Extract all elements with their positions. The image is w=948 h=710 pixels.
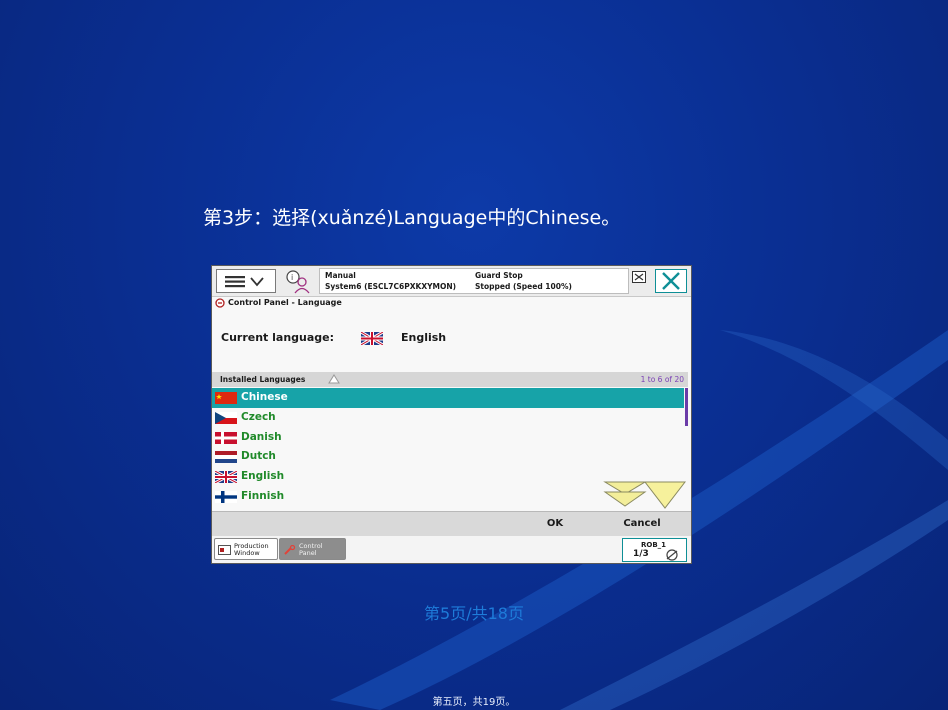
status-info[interactable]: Manual System6 (ESCL7C6PXKXYMON) Guard S… — [319, 268, 629, 294]
hamburger-menu-icon — [225, 276, 264, 288]
ok-button[interactable]: OK — [530, 512, 580, 536]
robot-control-window: i Manual System6 (ESCL7C6PXKXYMON) Guard… — [211, 265, 692, 564]
system-name: System6 (ESCL7C6PXKXYMON) — [325, 282, 457, 291]
current-language-label: Current language: — [221, 331, 335, 344]
taskbar: Production Window Control Panel ROB_1 1/… — [212, 536, 691, 563]
run-state: Stopped (Speed 100%) — [475, 282, 572, 291]
task-label-line2: Window — [234, 549, 260, 557]
task-label-line2: Panel — [299, 549, 317, 557]
language-name: Finnish — [241, 489, 285, 502]
language-name: Dutch — [241, 450, 276, 463]
control-panel-icon — [215, 298, 225, 308]
close-button[interactable] — [655, 269, 687, 293]
robot-axis-icon — [666, 549, 678, 561]
list-scrollbar[interactable] — [685, 388, 688, 426]
current-language-value: English — [401, 331, 447, 344]
language-row-chinese[interactable]: Chinese — [212, 388, 684, 408]
fi-flag-icon — [215, 490, 237, 503]
quickset-robot-button[interactable]: ROB_1 1/3 — [622, 538, 687, 562]
language-name: Chinese — [241, 391, 288, 403]
list-count: 1 to 6 of 20 — [640, 375, 684, 384]
cz-flag-icon — [215, 411, 237, 424]
language-row-dutch[interactable]: Dutch — [212, 447, 684, 467]
scroll-down-icon[interactable] — [603, 480, 687, 510]
language-name: English — [241, 470, 285, 483]
operating-mode: Manual — [325, 271, 356, 280]
guard-status: Guard Stop — [475, 271, 523, 280]
breadcrumb: Control Panel - Language — [215, 297, 342, 309]
list-header[interactable]: Installed Languages 1 to 6 of 20 — [212, 372, 688, 387]
language-name: Czech — [241, 410, 276, 423]
robot-fraction: 1/3 — [633, 549, 649, 559]
language-name: Danish — [241, 430, 282, 443]
sort-ascending-icon[interactable] — [328, 374, 340, 384]
svg-text:i: i — [291, 273, 293, 282]
gb-flag-icon — [215, 471, 237, 484]
list-header-title: Installed Languages — [220, 375, 306, 384]
action-bar: OK Cancel — [212, 511, 691, 536]
breadcrumb-text: Control Panel - Language — [228, 298, 342, 307]
language-row-danish[interactable]: Danish — [212, 428, 684, 448]
page-number: 第5页/共18页 — [424, 604, 524, 623]
close-icon — [662, 272, 680, 290]
event-log-button[interactable]: i — [282, 268, 316, 294]
nl-flag-icon — [215, 451, 237, 464]
top-status-bar: i Manual System6 (ESCL7C6PXKXYMON) Guard… — [212, 266, 691, 297]
gb-flag-icon — [361, 332, 383, 345]
cancel-button[interactable]: Cancel — [612, 512, 672, 536]
task-control-panel[interactable]: Control Panel — [279, 538, 346, 560]
cn-flag-icon — [215, 392, 237, 404]
language-row-czech[interactable]: Czech — [212, 408, 684, 428]
footer-text: 第五页，共19页。 — [432, 697, 516, 708]
robot-name: ROB_1 — [641, 541, 667, 549]
task-production-window[interactable]: Production Window — [214, 538, 278, 560]
main-menu-button[interactable] — [216, 269, 276, 293]
production-window-icon — [218, 545, 231, 555]
operator-info-icon: i — [286, 270, 310, 294]
current-language: Current language: English — [221, 330, 521, 346]
wrench-icon — [284, 545, 296, 555]
dk-flag-icon — [215, 431, 237, 444]
step-title: 第3步：选择(xuǎnzé)Language中的Chinese。 — [203, 207, 621, 229]
window-state-icon[interactable] — [632, 271, 646, 283]
